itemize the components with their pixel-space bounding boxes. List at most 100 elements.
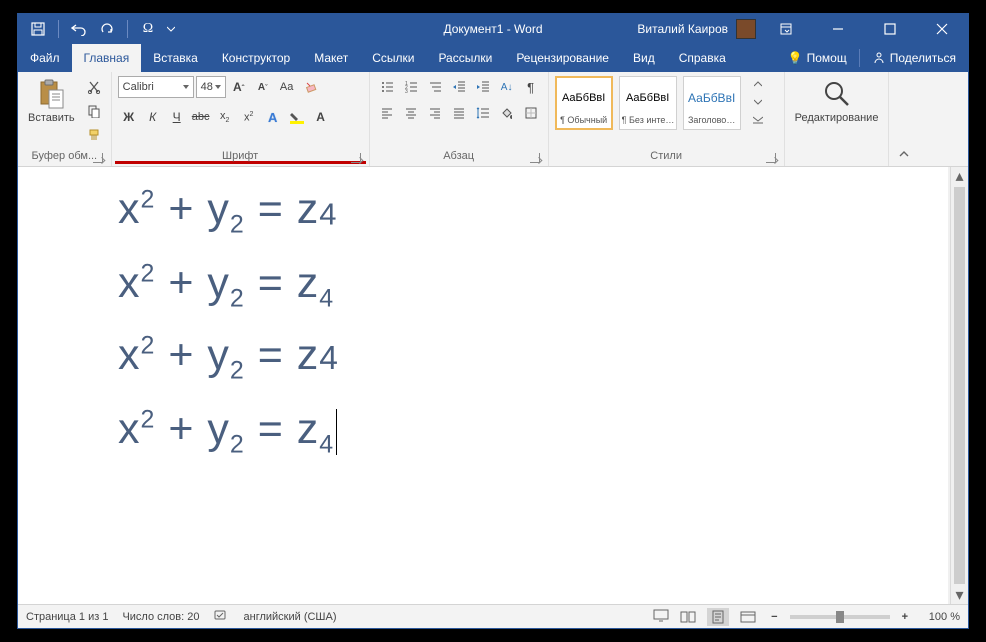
tab-layout[interactable]: Макет (302, 44, 360, 72)
decrease-indent-button[interactable] (448, 76, 470, 98)
show-marks-button[interactable]: ¶ (520, 76, 542, 98)
sort-button[interactable]: A↓ (496, 76, 518, 98)
highlight-button[interactable] (286, 106, 308, 128)
tab-design[interactable]: Конструктор (210, 44, 302, 72)
zoom-slider[interactable] (790, 615, 890, 619)
group-styles: АаБбВвІ ¶ Обычный АаБбВвІ ¶ Без инте… Аа… (549, 72, 785, 166)
scroll-up-arrow[interactable]: ▴ (951, 167, 968, 185)
group-editing-spacer (791, 148, 883, 166)
group-paragraph-label: Абзац (376, 148, 542, 166)
numbering-button[interactable]: 123 (400, 76, 422, 98)
share-button[interactable]: Поделиться (860, 51, 968, 65)
tab-view[interactable]: Вид (621, 44, 667, 72)
grow-font-button[interactable]: Aˆ (228, 76, 250, 98)
tab-review[interactable]: Рецензирование (504, 44, 621, 72)
increase-indent-button[interactable] (472, 76, 494, 98)
align-left-button[interactable] (376, 102, 398, 124)
language-status[interactable]: английский (США) (244, 611, 337, 623)
subscript-button[interactable]: x2 (214, 106, 236, 128)
style-normal[interactable]: АаБбВвІ ¶ Обычный (555, 76, 613, 130)
find-button[interactable]: Редактирование (791, 76, 883, 126)
tab-insert[interactable]: Вставка (141, 44, 210, 72)
align-right-button[interactable] (424, 102, 446, 124)
style-preview: АаБбВвІ (626, 81, 669, 115)
page-status[interactable]: Страница 1 из 1 (26, 611, 108, 623)
styles-row-down[interactable] (747, 94, 769, 110)
minimize-button[interactable] (816, 14, 860, 44)
ribbon-options-button[interactable] (764, 14, 808, 44)
read-mode-button[interactable] (677, 608, 699, 626)
borders-button[interactable] (520, 102, 542, 124)
zoom-level[interactable]: 100 % (920, 611, 960, 623)
font-dialog-launcher[interactable] (351, 153, 361, 163)
line-spacing-button[interactable] (472, 102, 494, 124)
zoom-in-button[interactable]: + (898, 611, 912, 623)
close-button[interactable] (920, 14, 964, 44)
word-count[interactable]: Число слов: 20 (122, 611, 199, 623)
paint-bucket-icon (500, 106, 514, 120)
shrink-font-button[interactable]: Aˇ (252, 76, 274, 98)
styles-expand[interactable] (747, 112, 769, 128)
style-heading1[interactable]: АаБбВвІ Заголово… (683, 76, 741, 130)
status-bar: Страница 1 из 1 Число слов: 20 английски… (18, 604, 968, 628)
qat-customize-button[interactable] (164, 17, 178, 41)
tab-references[interactable]: Ссылки (360, 44, 426, 72)
spellcheck-icon[interactable] (214, 608, 230, 625)
font-color-button[interactable]: A (310, 106, 332, 128)
multilevel-list-button[interactable] (424, 76, 446, 98)
zoom-slider-thumb[interactable] (836, 611, 844, 623)
styles-row-up[interactable] (747, 76, 769, 92)
paste-icon (35, 78, 67, 110)
user-avatar[interactable] (736, 19, 756, 39)
font-name-select[interactable]: Calibri (118, 76, 194, 98)
text-effects-button[interactable]: A (262, 106, 284, 128)
display-settings-icon[interactable] (653, 608, 669, 625)
scroll-down-arrow[interactable]: ▾ (951, 586, 968, 604)
redo-button[interactable] (95, 17, 119, 41)
document-page[interactable]: x2 + y2 = z4 x2 + y2 = z4 x2 + y2 = z4 x2 +… (18, 167, 948, 604)
equation-line[interactable]: x2 + y2 = z4 (118, 183, 932, 241)
numbering-icon: 123 (404, 80, 418, 94)
italic-button[interactable]: К (142, 106, 164, 128)
share-label: Поделиться (890, 51, 956, 65)
superscript-button[interactable]: x2 (238, 106, 260, 128)
tab-file[interactable]: Файл (18, 44, 72, 72)
paragraph-dialog-launcher[interactable] (530, 153, 540, 163)
align-center-button[interactable] (400, 102, 422, 124)
insert-symbol-button[interactable]: Ω (136, 17, 160, 41)
change-case-button[interactable]: Aa (276, 76, 298, 98)
clipboard-dialog-launcher[interactable] (93, 153, 103, 163)
bold-button[interactable]: Ж (118, 106, 140, 128)
style-no-spacing[interactable]: АаБбВвІ ¶ Без инте… (619, 76, 677, 130)
print-layout-button[interactable] (707, 608, 729, 626)
maximize-button[interactable] (868, 14, 912, 44)
cut-button[interactable] (83, 76, 105, 98)
equation-line[interactable]: x2 + y2 = z4 (118, 403, 932, 461)
format-painter-button[interactable] (83, 124, 105, 146)
shading-button[interactable] (496, 102, 518, 124)
equation-line[interactable]: x2 + y2 = z4 (118, 257, 932, 315)
scroll-thumb[interactable] (954, 187, 965, 584)
justify-button[interactable] (448, 102, 470, 124)
equation-line[interactable]: x2 + y2 = z4 (118, 330, 932, 387)
underline-button[interactable]: Ч (166, 106, 188, 128)
zoom-out-button[interactable]: − (767, 611, 781, 623)
strikethrough-button[interactable]: abc (190, 106, 212, 128)
vertical-scrollbar[interactable]: ▴ ▾ (950, 167, 968, 604)
clear-formatting-button[interactable] (300, 76, 322, 98)
tab-mailings[interactable]: Рассылки (426, 44, 504, 72)
group-paragraph: 123 A↓ ¶ Абзац (370, 72, 549, 166)
copy-button[interactable] (83, 100, 105, 122)
paste-button[interactable]: Вставить (24, 76, 79, 126)
undo-button[interactable] (67, 17, 91, 41)
web-layout-button[interactable] (737, 608, 759, 626)
collapse-ribbon-button[interactable] (889, 72, 919, 166)
tab-home[interactable]: Главная (72, 44, 142, 72)
save-button[interactable] (26, 17, 50, 41)
tell-me-button[interactable]: 💡 Помощ (776, 51, 859, 65)
tab-help[interactable]: Справка (667, 44, 738, 72)
styles-dialog-launcher[interactable] (766, 153, 776, 163)
bullets-button[interactable] (376, 76, 398, 98)
font-size-select[interactable]: 48 (196, 76, 226, 98)
multilevel-icon (428, 80, 442, 94)
